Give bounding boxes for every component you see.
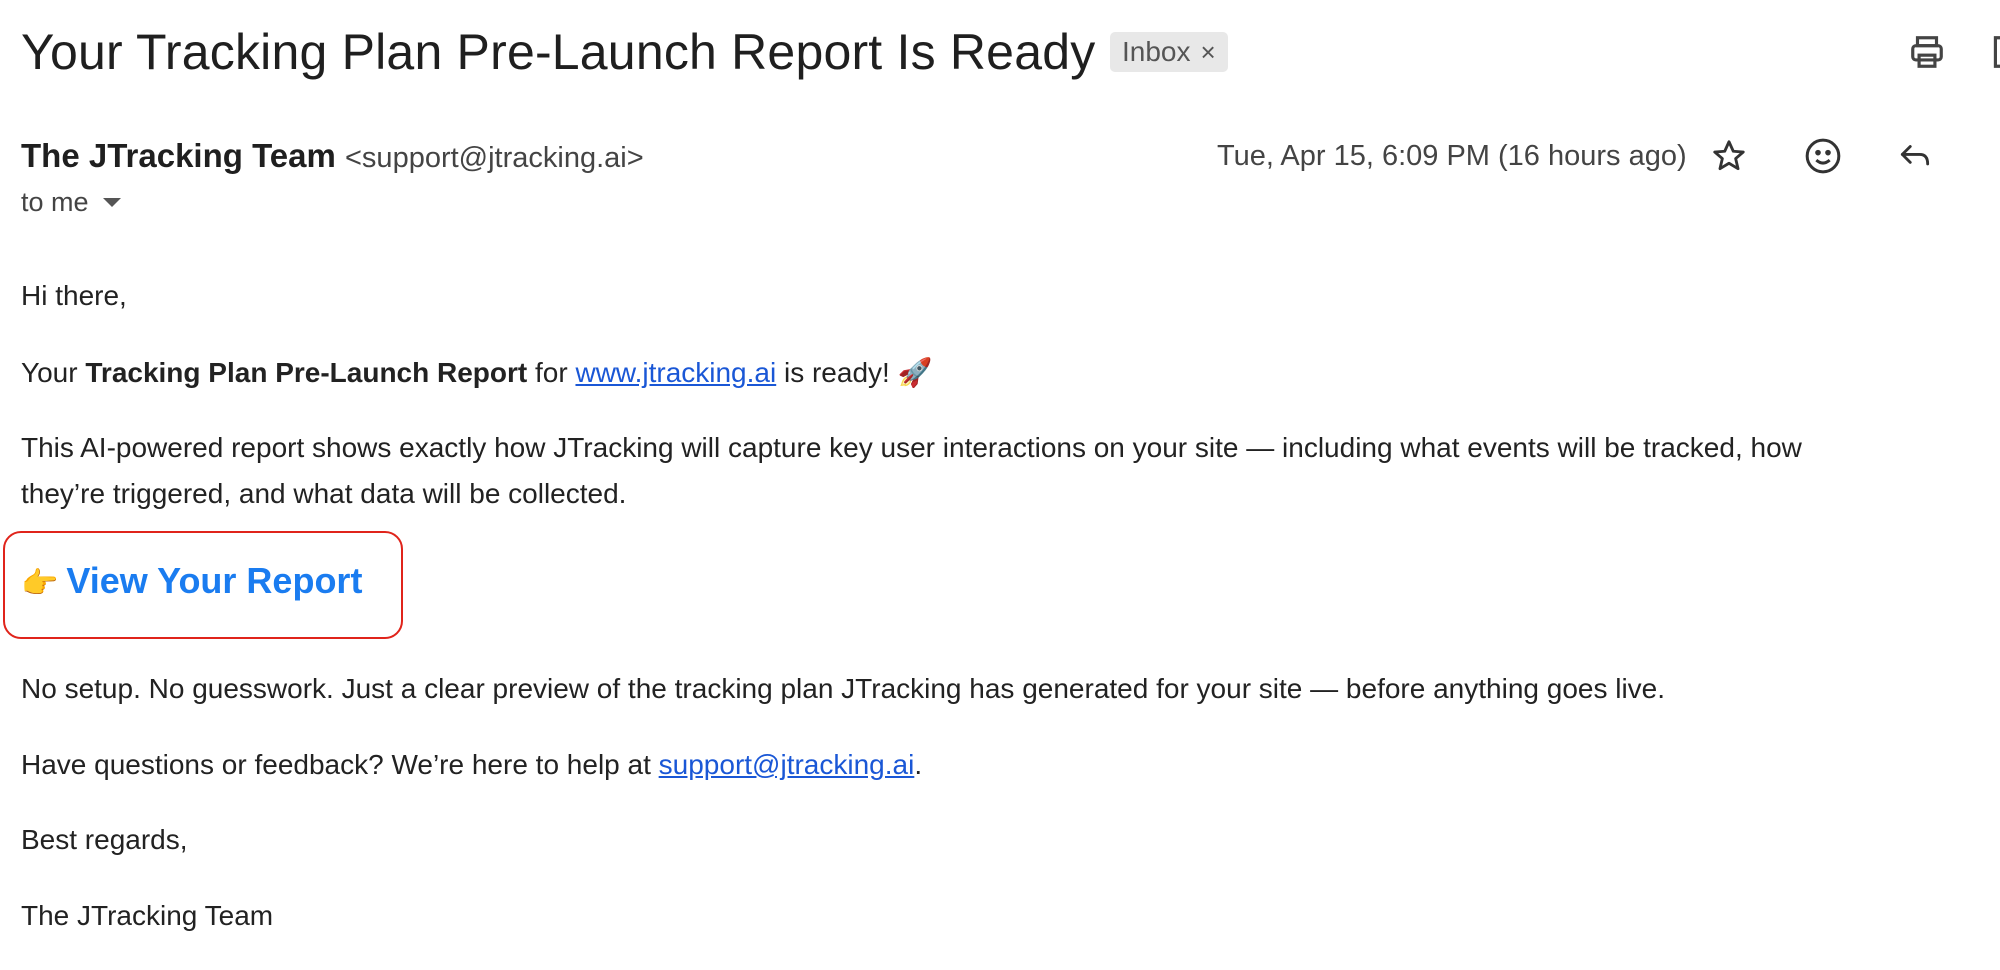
chevron-down-icon [102, 197, 121, 207]
site-link[interactable]: www.jtracking.ai [575, 357, 776, 388]
email-date: Tue, Apr 15, 6:09 PM (16 hours ago) [1217, 140, 1687, 172]
open-in-new-icon[interactable] [1990, 33, 2000, 71]
printer-icon[interactable] [1907, 33, 1947, 71]
support-prefix: Have questions or feedback? We’re here t… [21, 749, 659, 780]
report-ready-suffix: is ready! 🚀 [776, 357, 933, 388]
recipient-label: to me [21, 187, 89, 217]
sender-name[interactable]: The JTracking Team [21, 135, 336, 177]
description-line-2: they’re triggered, and what data will be… [21, 478, 627, 509]
recipient-details-toggle[interactable]: to me [21, 184, 121, 220]
support-email-link[interactable]: support@jtracking.ai [659, 749, 915, 780]
email-subject: Your Tracking Plan Pre-Launch Report Is … [21, 24, 1096, 80]
remove-label-icon[interactable]: × [1201, 37, 1216, 68]
support-line: Have questions or feedback? We’re here t… [21, 742, 922, 788]
greeting: Hi there, [21, 280, 127, 311]
report-name: Tracking Plan Pre-Launch Report [85, 357, 528, 388]
reply-icon[interactable] [1895, 137, 1935, 175]
inbox-label-chip[interactable]: Inbox × [1110, 32, 1228, 72]
signature: The JTracking Team [21, 900, 274, 931]
report-ready-prefix: Your [21, 357, 86, 388]
no-setup-paragraph: No setup. No guesswork. Just a clear pre… [21, 673, 1666, 704]
sender-email: <support@jtracking.ai> [345, 142, 644, 174]
inbox-label-text: Inbox [1122, 36, 1191, 67]
view-report-link[interactable]: 👉 View Your Report [21, 556, 362, 606]
view-report-label[interactable]: View Your Report [66, 556, 362, 606]
support-suffix: . [914, 749, 923, 780]
emoji-icon[interactable] [1803, 136, 1843, 176]
pointing-hand-icon: 👉 [21, 567, 59, 600]
star-icon[interactable] [1710, 137, 1748, 175]
description-line-1: This AI-powered report shows exactly how… [21, 432, 1802, 463]
report-ready-line: Your Tracking Plan Pre-Launch Report for… [21, 350, 932, 396]
signoff: Best regards, [21, 824, 188, 855]
report-ready-mid: for [527, 357, 576, 388]
